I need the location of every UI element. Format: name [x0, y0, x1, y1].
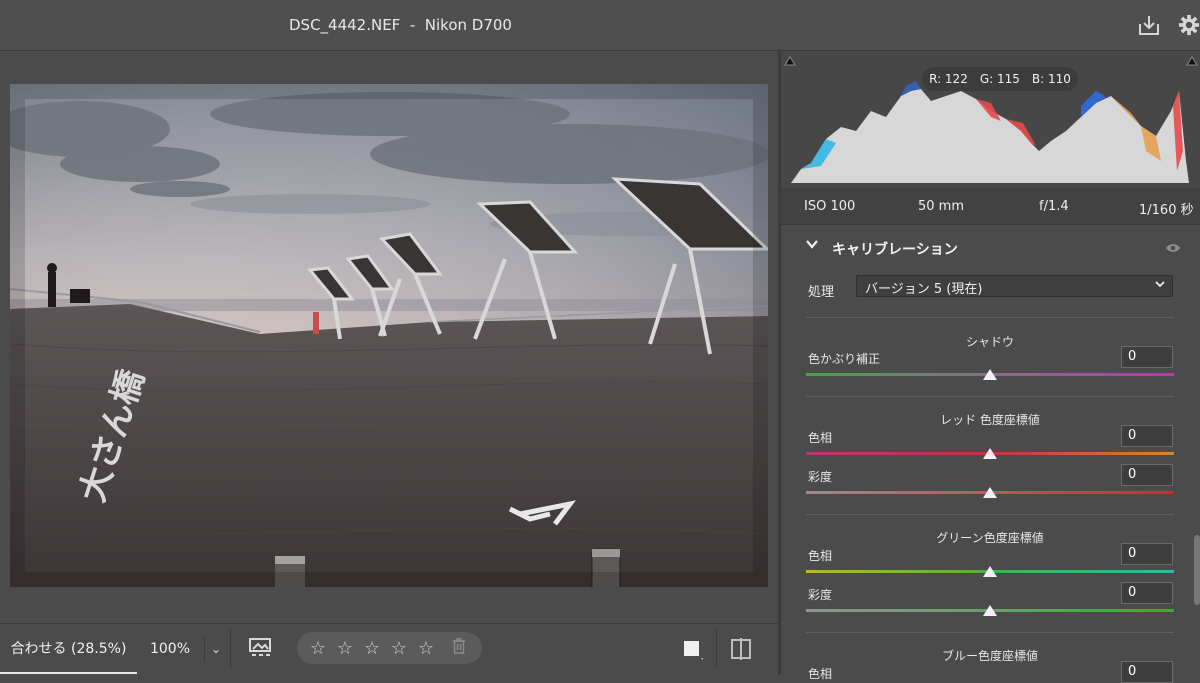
aperture-value: f/1.4: [1039, 199, 1069, 214]
green-group-title: グリーン色度座標値: [936, 531, 1044, 545]
zoom-100-button[interactable]: 100%: [140, 624, 200, 674]
bottom-toolbar: 合わせる (28.5%) 100% ⌄ ☆ ☆ ☆ ☆ ☆: [0, 623, 778, 676]
zoom-fit-button[interactable]: 合わせる (28.5%): [0, 624, 137, 674]
histogram[interactable]: R: 122 G: 115 B: 110: [781, 51, 1200, 188]
exif-info: ISO 100 50 mm f/1.4 1/160 秒: [781, 188, 1200, 225]
gear-icon[interactable]: [1178, 13, 1200, 39]
chevron-down-icon: [805, 237, 819, 255]
trash-icon[interactable]: [452, 637, 470, 659]
red-group-title: レッド 色度座標値: [940, 413, 1040, 427]
highlight-clipping-icon: [1186, 56, 1198, 66]
focal-length-value: 50 mm: [918, 199, 965, 214]
calibration-section-header[interactable]: キャリブレーション: [781, 233, 1200, 263]
shadow-group-title: シャドウ: [965, 335, 1014, 349]
divider: [806, 317, 1174, 318]
star-4-button[interactable]: ☆: [390, 638, 408, 659]
chevron-down-icon: [1154, 278, 1166, 293]
edit-panel: R: 122 G: 115 B: 110 ISO 100 50 mm f/1.4…: [781, 51, 1200, 683]
blue-value: B: 110: [1031, 72, 1071, 86]
green-saturation-input[interactable]: 0: [1121, 582, 1173, 604]
before-after-icon[interactable]: [729, 637, 753, 665]
tint-input[interactable]: 0: [1121, 346, 1173, 368]
red-hue-label: 色相: [808, 431, 833, 445]
star-3-button[interactable]: ☆: [363, 638, 381, 659]
green-hue-slider-thumb[interactable]: [983, 566, 997, 577]
section-title: キャリブレーション: [832, 242, 958, 258]
download-icon[interactable]: [1136, 12, 1162, 38]
red-hue-slider-thumb[interactable]: [983, 448, 997, 459]
filmstrip-icon[interactable]: [248, 637, 274, 663]
red-value: R: 122: [929, 72, 968, 86]
red-saturation-input[interactable]: 0: [1121, 464, 1173, 486]
green-hue-label: 色相: [808, 549, 833, 563]
tint-label: 色かぶり補正: [808, 352, 881, 366]
red-hue-input[interactable]: 0: [1121, 425, 1173, 447]
divider: [806, 514, 1174, 515]
window-title: DSC_4442.NEF - Nikon D700: [289, 16, 512, 34]
blue-group-title: ブルー色度座標値: [941, 649, 1038, 663]
star-rating: ☆ ☆ ☆ ☆ ☆: [297, 632, 482, 664]
eye-icon[interactable]: [1165, 239, 1181, 258]
red-saturation-slider-thumb[interactable]: [983, 487, 997, 498]
red-saturation-label: 彩度: [808, 470, 833, 484]
green-hue-input[interactable]: 0: [1121, 543, 1173, 565]
process-version-value: バージョン 5 (現在): [865, 282, 983, 297]
photo-preview[interactable]: 大さん橋: [10, 84, 768, 587]
green-value: G: 115: [979, 72, 1020, 86]
toolbar-divider: [716, 630, 717, 668]
shadow-clipping-icon: [784, 56, 796, 66]
blue-hue-label: 色相: [808, 667, 833, 681]
green-saturation-slider-thumb[interactable]: [983, 605, 997, 616]
image-canvas[interactable]: 大さん橋: [0, 51, 778, 623]
process-label: 処理: [808, 285, 835, 300]
process-version-select[interactable]: バージョン 5 (現在): [856, 275, 1173, 297]
star-2-button[interactable]: ☆: [336, 638, 354, 659]
blue-hue-input[interactable]: 0: [1121, 661, 1173, 683]
title-bar: DSC_4442.NEF - Nikon D700: [0, 0, 1200, 51]
iso-value: ISO 100: [804, 199, 856, 214]
rgb-readout: R: 122 G: 115 B: 110: [922, 67, 1078, 91]
panel-scrollbar[interactable]: [1194, 535, 1200, 605]
divider: [806, 632, 1174, 633]
zoom-dropdown-button[interactable]: ⌄: [204, 636, 227, 662]
green-saturation-label: 彩度: [808, 588, 833, 602]
toolbar-divider: [230, 630, 231, 668]
shutter-speed-value: 1/160 秒: [1139, 203, 1194, 218]
background-square-icon[interactable]: [682, 639, 704, 665]
star-1-button[interactable]: ☆: [309, 638, 327, 659]
star-5-button[interactable]: ☆: [417, 638, 435, 659]
divider: [806, 396, 1174, 397]
chevron-down-icon: ⌄: [210, 642, 222, 656]
tint-slider-thumb[interactable]: [983, 369, 997, 380]
